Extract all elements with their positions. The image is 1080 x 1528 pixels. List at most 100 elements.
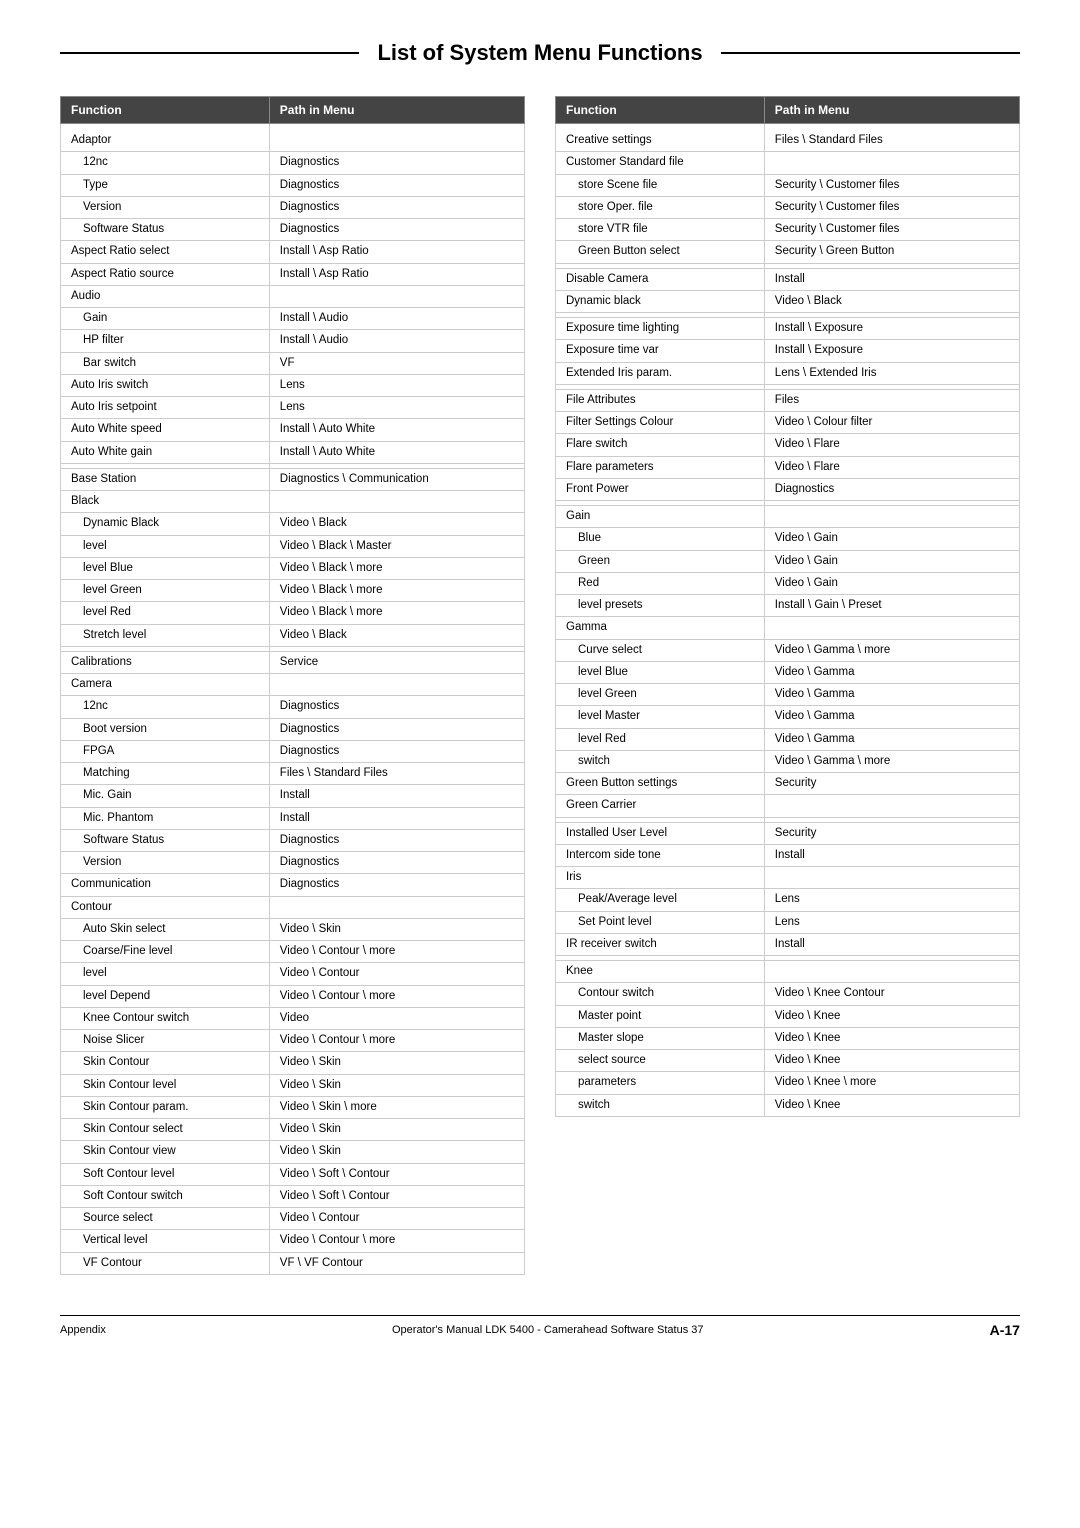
function-cell: Curve select: [556, 639, 765, 661]
function-cell: Type: [61, 174, 270, 196]
path-cell: Video \ Black: [269, 624, 524, 646]
path-cell: Video \ Skin \ more: [269, 1096, 524, 1118]
function-cell: Camera: [61, 674, 270, 696]
table-row: switchVideo \ Knee: [556, 1094, 1020, 1116]
function-cell: Calibrations: [61, 651, 270, 673]
path-cell: Install \ Auto White: [269, 441, 524, 463]
path-cell: Install \ Exposure: [764, 340, 1019, 362]
path-cell: Install \ Audio: [269, 308, 524, 330]
function-cell: Dynamic Black: [61, 513, 270, 535]
table-row: Knee: [556, 961, 1020, 983]
function-cell: level Master: [556, 706, 765, 728]
table-row: Iris: [556, 867, 1020, 889]
table-row: Front PowerDiagnostics: [556, 478, 1020, 500]
path-cell: Video \ Skin: [269, 1074, 524, 1096]
table-row: level MasterVideo \ Gamma: [556, 706, 1020, 728]
table-row: Bar switchVF: [61, 352, 525, 374]
function-cell: Green Button select: [556, 241, 765, 263]
table-row: Software StatusDiagnostics: [61, 219, 525, 241]
function-cell: Knee Contour switch: [61, 1007, 270, 1029]
function-cell: Set Point level: [556, 911, 765, 933]
table-row: Coarse/Fine levelVideo \ Contour \ more: [61, 941, 525, 963]
path-cell: Video \ Flare: [764, 434, 1019, 456]
path-cell: Lens: [764, 911, 1019, 933]
function-cell: Blue: [556, 528, 765, 550]
table-row: parametersVideo \ Knee \ more: [556, 1072, 1020, 1094]
function-cell: 12nc: [61, 696, 270, 718]
table-row: level BlueVideo \ Black \ more: [61, 557, 525, 579]
function-cell: Gamma: [556, 617, 765, 639]
path-cell: Diagnostics: [269, 152, 524, 174]
table-row: Skin Contour viewVideo \ Skin: [61, 1141, 525, 1163]
function-cell: level Blue: [61, 557, 270, 579]
table-row: Software StatusDiagnostics: [61, 829, 525, 851]
path-cell: Video \ Knee \ more: [764, 1072, 1019, 1094]
function-cell: Black: [61, 491, 270, 513]
function-cell: Gain: [556, 506, 765, 528]
path-cell: Install \ Asp Ratio: [269, 241, 524, 263]
path-cell: Video \ Gain: [764, 528, 1019, 550]
table-row: Auto Iris switchLens: [61, 374, 525, 396]
function-cell: Auto Skin select: [61, 918, 270, 940]
path-cell: Install: [269, 785, 524, 807]
table-row: Skin ContourVideo \ Skin: [61, 1052, 525, 1074]
page-title-container: List of System Menu Functions: [60, 40, 1020, 66]
table-row: File AttributesFiles: [556, 389, 1020, 411]
function-cell: Master point: [556, 1005, 765, 1027]
table-row: GreenVideo \ Gain: [556, 550, 1020, 572]
function-cell: level presets: [556, 595, 765, 617]
function-cell: Vertical level: [61, 1230, 270, 1252]
table-row: store Oper. fileSecurity \ Customer file…: [556, 196, 1020, 218]
path-cell: Lens: [269, 374, 524, 396]
table-row: MatchingFiles \ Standard Files: [61, 763, 525, 785]
function-cell: Software Status: [61, 219, 270, 241]
table-row: store Scene fileSecurity \ Customer file…: [556, 174, 1020, 196]
function-cell: Soft Contour level: [61, 1163, 270, 1185]
function-cell: Auto White gain: [61, 441, 270, 463]
table-row: level RedVideo \ Gamma: [556, 728, 1020, 750]
function-cell: Green: [556, 550, 765, 572]
table-row: Audio: [61, 285, 525, 307]
table-row: Auto Skin selectVideo \ Skin: [61, 918, 525, 940]
path-cell: Video \ Gamma: [764, 684, 1019, 706]
footer-center: Operator's Manual LDK 5400 - Camerahead …: [392, 1324, 704, 1336]
function-cell: level Green: [61, 580, 270, 602]
tables-container: Function Path in Menu Adaptor12ncDiagnos…: [60, 96, 1020, 1275]
path-cell: Video \ Soft \ Contour: [269, 1163, 524, 1185]
path-cell: Install: [764, 268, 1019, 290]
path-cell: Security \ Customer files: [764, 196, 1019, 218]
table-row: Black: [61, 491, 525, 513]
function-cell: store VTR file: [556, 219, 765, 241]
path-cell: Video \ Knee: [764, 1094, 1019, 1116]
function-cell: Flare parameters: [556, 456, 765, 478]
table-left-section: Function Path in Menu Adaptor12ncDiagnos…: [60, 96, 525, 1275]
function-cell: Boot version: [61, 718, 270, 740]
function-cell: level Blue: [556, 661, 765, 683]
path-cell: Video \ Gain: [764, 550, 1019, 572]
function-cell: Mic. Phantom: [61, 807, 270, 829]
table-row: GainInstall \ Audio: [61, 308, 525, 330]
function-cell: Version: [61, 852, 270, 874]
path-cell: Video \ Gamma \ more: [764, 639, 1019, 661]
path-cell: Diagnostics \ Communication: [269, 468, 524, 490]
function-cell: Dynamic black: [556, 290, 765, 312]
footer-left: Appendix: [60, 1324, 106, 1336]
path-cell: Video \ Soft \ Contour: [269, 1185, 524, 1207]
function-cell: File Attributes: [556, 389, 765, 411]
function-cell: Contour switch: [556, 983, 765, 1005]
path-cell: Video \ Knee Contour: [764, 983, 1019, 1005]
left-col2-header: Path in Menu: [269, 97, 524, 124]
table-row: Stretch levelVideo \ Black: [61, 624, 525, 646]
path-cell: Video \ Flare: [764, 456, 1019, 478]
path-cell: Install: [269, 807, 524, 829]
function-cell: Front Power: [556, 478, 765, 500]
function-cell: level Depend: [61, 985, 270, 1007]
path-cell: [269, 124, 524, 152]
footer: Appendix Operator's Manual LDK 5400 - Ca…: [60, 1315, 1020, 1338]
function-cell: Customer Standard file: [556, 152, 765, 174]
function-cell: Green Button settings: [556, 773, 765, 795]
table-row: level GreenVideo \ Gamma: [556, 684, 1020, 706]
path-cell: Video \ Black \ more: [269, 602, 524, 624]
path-cell: Video \ Gamma: [764, 728, 1019, 750]
path-cell: [764, 506, 1019, 528]
